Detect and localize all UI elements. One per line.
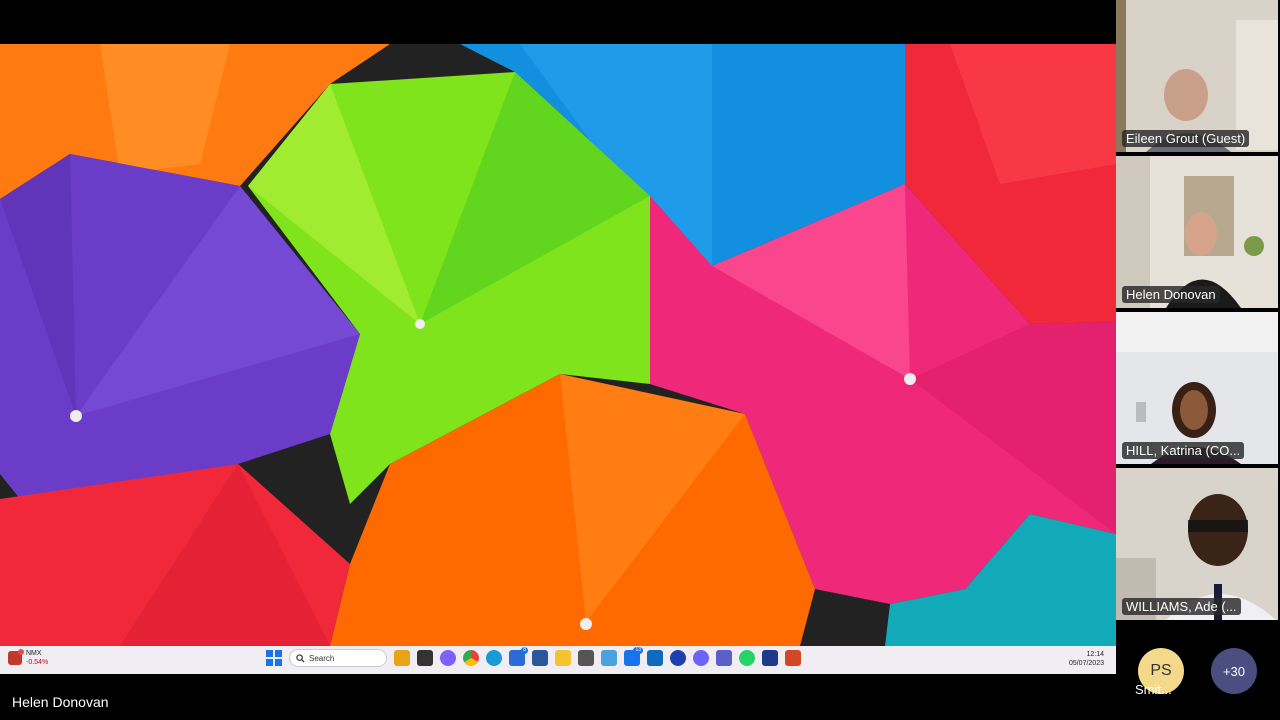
participant-tile[interactable]: Eileen Grout (Guest) — [1116, 0, 1278, 152]
whatsapp-icon — [739, 650, 755, 666]
more-participants-button[interactable]: +30 — [1211, 648, 1257, 694]
stock-icon — [8, 649, 24, 665]
participant-name: Eileen Grout (Guest) — [1122, 130, 1250, 147]
briefcase-icon — [394, 650, 410, 666]
presenter-name: Helen Donovan — [12, 694, 109, 710]
powerpoint-icon — [785, 650, 801, 666]
chrome-icon — [463, 650, 479, 666]
photos-icon — [601, 650, 617, 666]
umbrellas-image — [0, 44, 1116, 646]
participant-tile[interactable]: HILL, Katrina (CO... — [1116, 312, 1278, 464]
snipping-icon — [578, 650, 594, 666]
participant-tile[interactable]: Helen Donovan — [1116, 156, 1278, 308]
taskbar-apps: Search 8 13 — [266, 647, 801, 667]
word-icon — [532, 650, 548, 666]
stock-widget: NMX -0.54% — [8, 649, 48, 667]
edge-badge: 8 — [521, 647, 528, 654]
clock-date: 05/07/2023 — [1068, 660, 1104, 667]
taskbar-search: Search — [289, 649, 387, 667]
participant-name: HILL, Katrina (CO... — [1122, 442, 1245, 459]
participant-name: WILLIAMS, Ade (... — [1122, 598, 1241, 615]
clock-time: 12:14 — [1086, 651, 1104, 658]
taskbar-clock: 12:14 05/07/2023 — [1069, 650, 1104, 668]
participant-avatar-name: Smit... — [1135, 682, 1172, 697]
search-placeholder: Search — [309, 653, 335, 663]
participant-gallery: Eileen Grout (Guest) Helen Donovan HILL,… — [1116, 0, 1280, 620]
copilot-icon — [693, 650, 709, 666]
shared-taskbar: NMX -0.54% Search 8 13 12:14 05/07/2023 — [0, 646, 1116, 674]
stock-symbol: NMX — [26, 650, 42, 657]
participant-tile[interactable]: WILLIAMS, Ade (... — [1116, 468, 1278, 620]
shared-screen — [0, 44, 1116, 646]
outlook-icon — [647, 650, 663, 666]
chat-icon — [440, 650, 456, 666]
app-icon — [762, 650, 778, 666]
edge-icon — [486, 650, 502, 666]
taskview-icon — [417, 650, 433, 666]
teams-icon — [716, 650, 732, 666]
search-icon — [296, 653, 305, 663]
mail-icon: 8 — [509, 647, 528, 666]
windows-start-icon — [266, 650, 282, 666]
stock-change: -0.54% — [26, 659, 49, 666]
calendar-icon: 13 — [624, 647, 643, 666]
participant-name: Helen Donovan — [1122, 286, 1220, 303]
teams-badge: 13 — [633, 647, 643, 654]
zoom-icon — [670, 650, 686, 666]
folder-icon — [555, 650, 571, 666]
